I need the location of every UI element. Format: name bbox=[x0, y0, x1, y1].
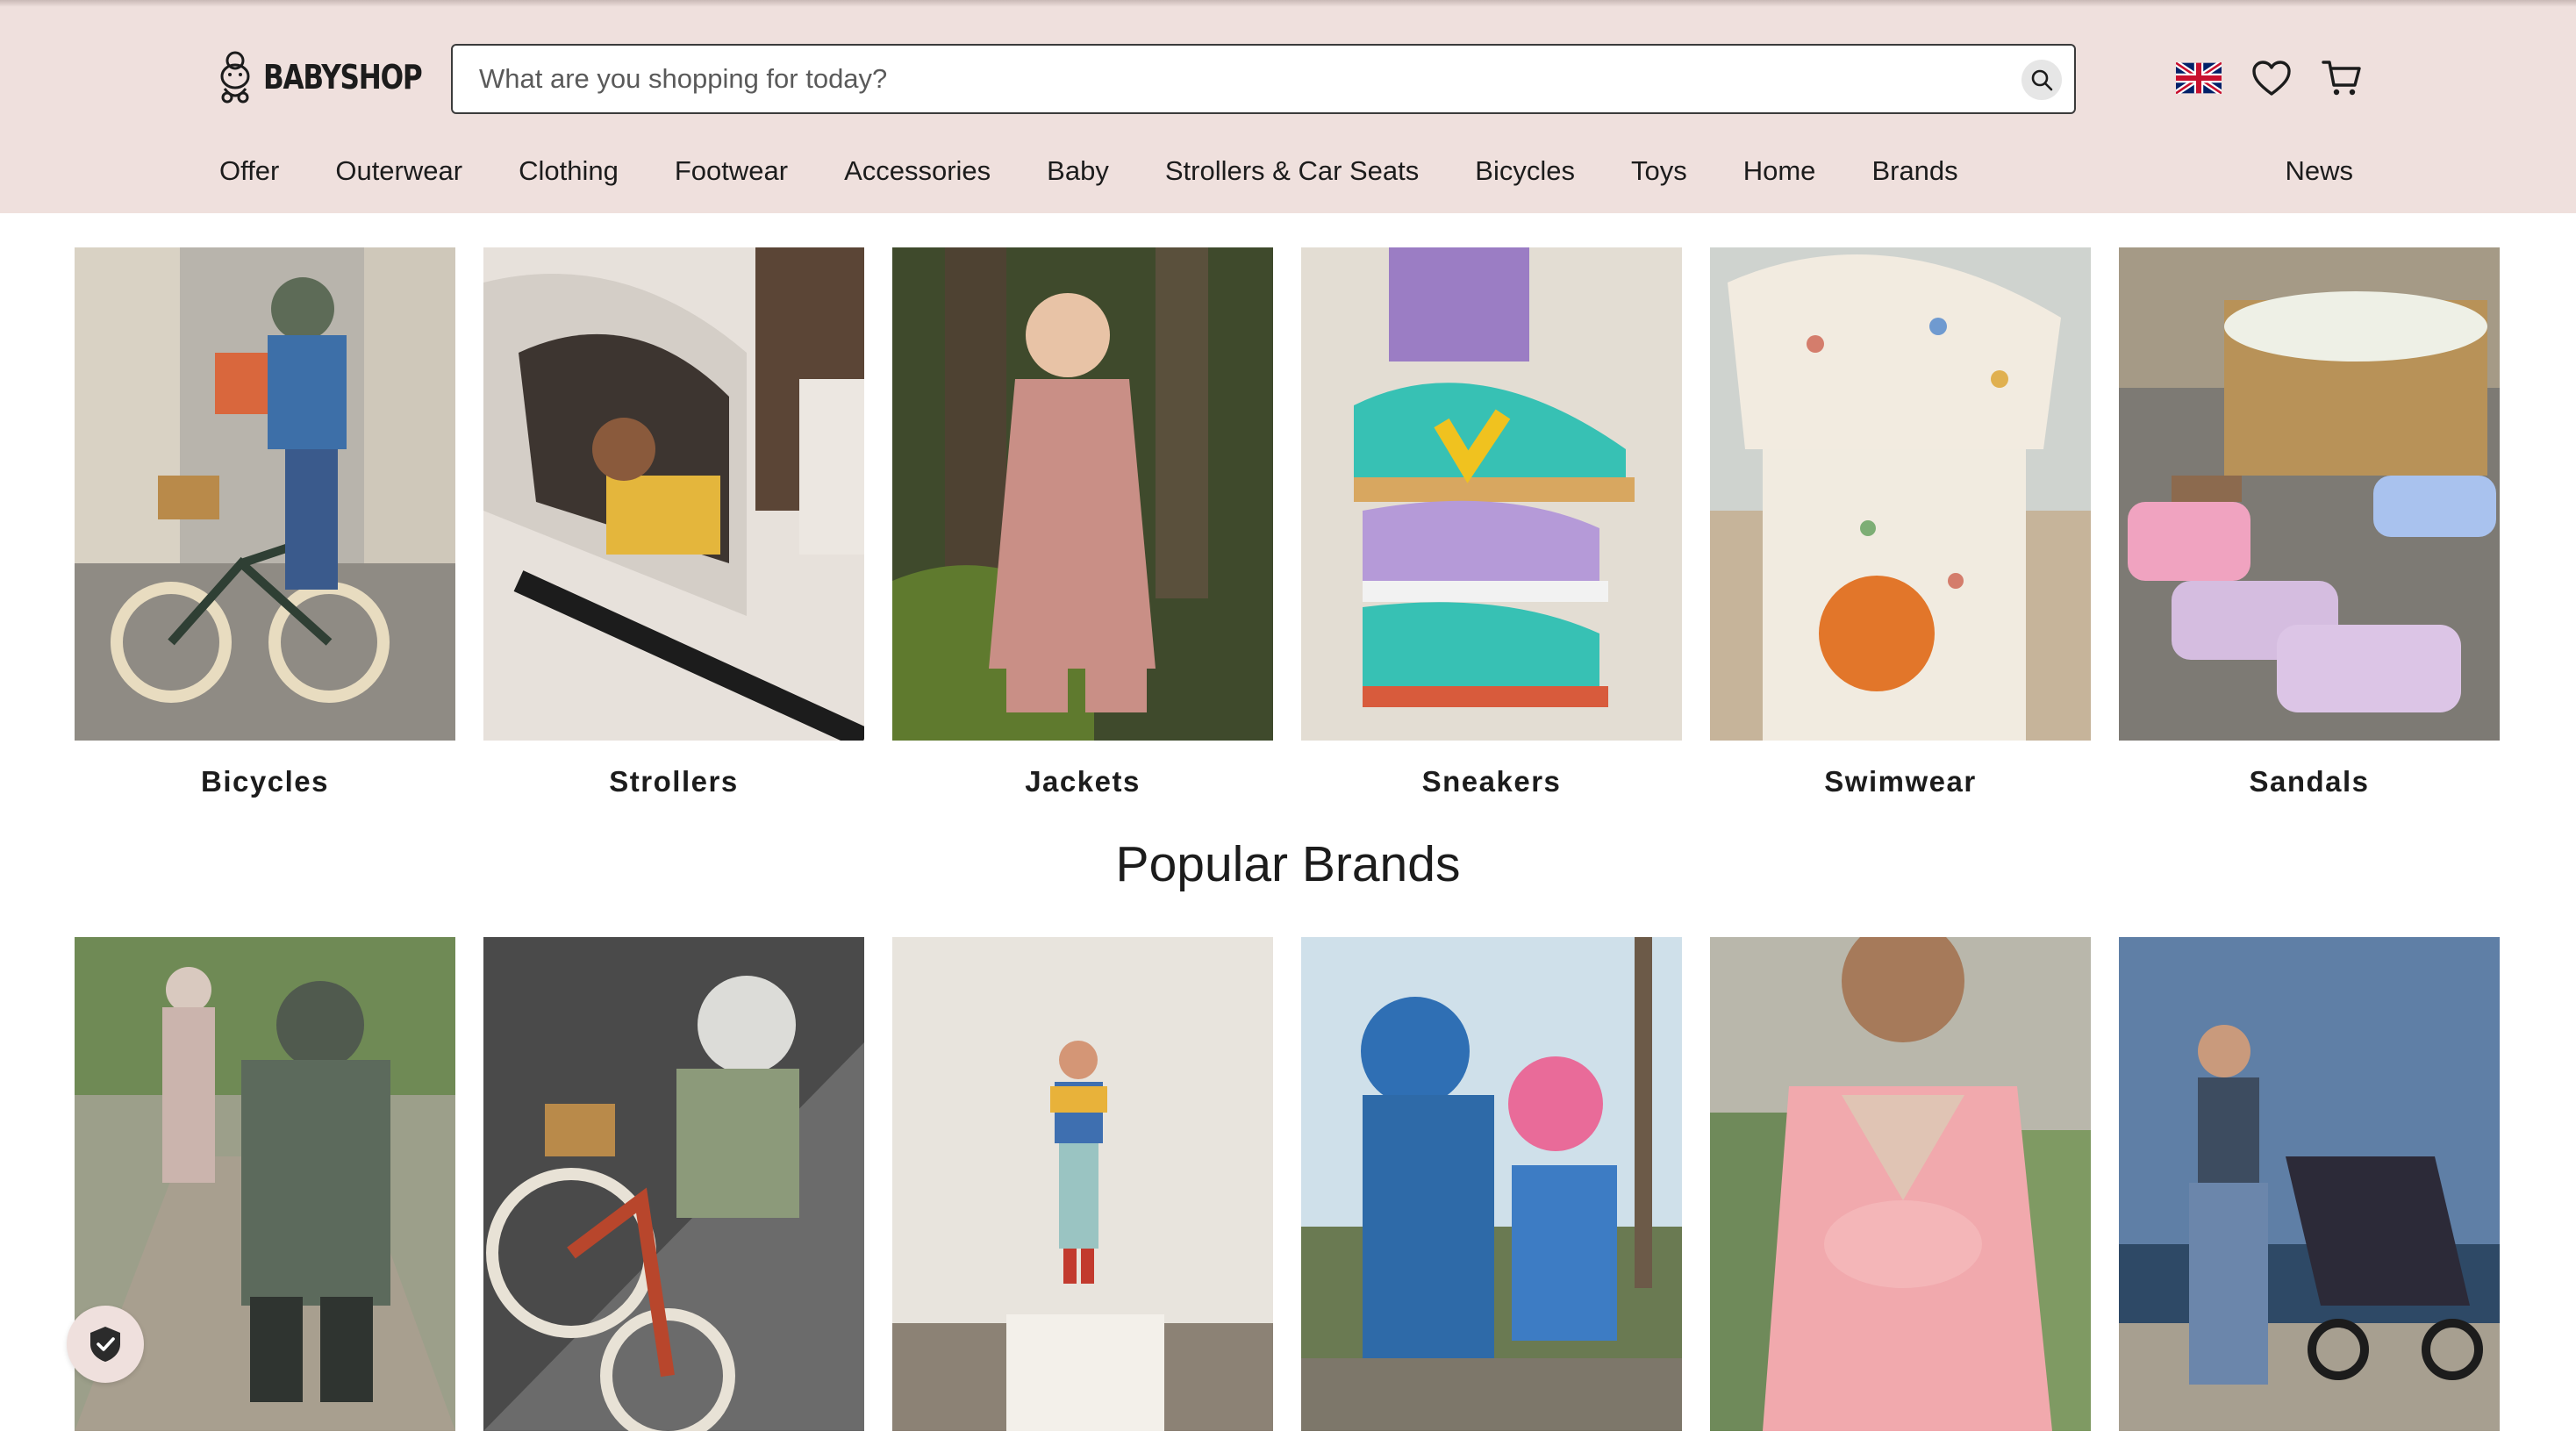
brand-image bbox=[892, 937, 1273, 1431]
babyshop-logo[interactable]: BABYSHOP bbox=[216, 49, 456, 105]
category-card-sandals[interactable]: Sandals bbox=[2119, 247, 2500, 798]
shield-check-icon bbox=[90, 1327, 120, 1362]
category-image-swimwear bbox=[1710, 247, 2091, 741]
category-image-jackets bbox=[892, 247, 1273, 741]
site-header: BABYSHOP Offer Outerwear Cl bbox=[0, 0, 2576, 213]
nav-item-strollers-car-seats[interactable]: Strollers & Car Seats bbox=[1165, 155, 1419, 187]
brand-card[interactable] bbox=[1710, 937, 2091, 1431]
category-label-jackets: Jackets bbox=[1025, 765, 1141, 798]
category-grid: Bicycles Strollers Jackets Sneakers Swim… bbox=[75, 247, 2500, 798]
brand-card[interactable] bbox=[483, 937, 864, 1431]
nav-item-bicycles[interactable]: Bicycles bbox=[1475, 155, 1575, 187]
nav-item-news[interactable]: News bbox=[2285, 151, 2353, 191]
main-nav: Offer Outerwear Clothing Footwear Access… bbox=[219, 151, 2014, 191]
category-card-sneakers[interactable]: Sneakers bbox=[1301, 247, 1682, 798]
nav-item-accessories[interactable]: Accessories bbox=[844, 155, 991, 187]
category-image-strollers bbox=[483, 247, 864, 741]
nav-item-brands[interactable]: Brands bbox=[1871, 155, 1957, 187]
nav-item-toys[interactable]: Toys bbox=[1631, 155, 1687, 187]
header-icons bbox=[2176, 54, 2362, 102]
nav-item-footwear[interactable]: Footwear bbox=[675, 155, 788, 187]
brand-image bbox=[1710, 937, 2091, 1431]
brand-grid bbox=[75, 937, 2500, 1431]
category-image-sneakers bbox=[1301, 247, 1682, 741]
nav-item-home[interactable]: Home bbox=[1743, 155, 1816, 187]
search-input[interactable] bbox=[453, 48, 1979, 110]
privacy-shield-button[interactable] bbox=[67, 1306, 144, 1383]
category-label-sneakers: Sneakers bbox=[1421, 765, 1562, 798]
category-card-swimwear[interactable]: Swimwear bbox=[1710, 247, 2091, 798]
cart-icon[interactable] bbox=[2322, 59, 2362, 97]
brand-image bbox=[483, 937, 864, 1431]
brand-image bbox=[2119, 937, 2500, 1431]
search-icon bbox=[2031, 69, 2053, 91]
category-label-bicycles: Bicycles bbox=[201, 765, 329, 798]
category-label-swimwear: Swimwear bbox=[1824, 765, 1977, 798]
brand-card[interactable] bbox=[2119, 937, 2500, 1431]
category-label-sandals: Sandals bbox=[2249, 765, 2370, 798]
logo-text: BABYSHOP bbox=[263, 58, 423, 97]
uk-flag-icon[interactable] bbox=[2176, 62, 2222, 94]
brand-card[interactable] bbox=[1301, 937, 1682, 1431]
nav-item-offer[interactable]: Offer bbox=[219, 155, 279, 187]
nav-item-clothing[interactable]: Clothing bbox=[519, 155, 619, 187]
search-button[interactable] bbox=[2021, 60, 2062, 100]
brand-card[interactable] bbox=[892, 937, 1273, 1431]
popular-brands-heading: Popular Brands bbox=[1115, 836, 1461, 892]
category-card-bicycles[interactable]: Bicycles bbox=[75, 247, 455, 798]
header-top-shadow bbox=[0, 0, 2576, 7]
baby-mascot-icon bbox=[220, 51, 250, 104]
category-card-strollers[interactable]: Strollers bbox=[483, 247, 864, 798]
nav-item-baby[interactable]: Baby bbox=[1047, 155, 1109, 187]
category-label-strollers: Strollers bbox=[609, 765, 739, 798]
search-bar bbox=[451, 44, 2076, 114]
category-card-jackets[interactable]: Jackets bbox=[892, 247, 1273, 798]
nav-item-outerwear[interactable]: Outerwear bbox=[335, 155, 462, 187]
brand-image bbox=[1301, 937, 1682, 1431]
heart-icon[interactable] bbox=[2251, 60, 2292, 97]
category-image-bicycles bbox=[75, 247, 455, 741]
category-image-sandals bbox=[2119, 247, 2500, 741]
